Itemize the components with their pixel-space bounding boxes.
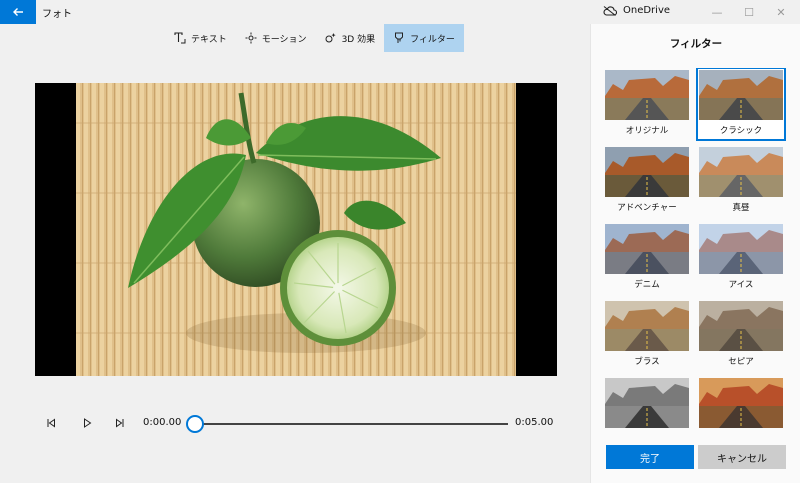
- filter-thumbnail: [699, 70, 783, 120]
- seek-track[interactable]: [195, 423, 508, 425]
- filter-list: オリジナル クラシックアドベンチャー 真昼デニム アイスブラス セピア: [591, 68, 800, 428]
- play-icon: [84, 418, 92, 428]
- tab-3d-effects[interactable]: 3D 効果: [316, 24, 385, 52]
- filter-thumbnail: [605, 147, 689, 197]
- close-button[interactable]: ✕: [766, 2, 796, 22]
- tab-motion[interactable]: モーション: [236, 24, 316, 52]
- filter-thumbnail: [699, 378, 783, 428]
- back-button[interactable]: [0, 0, 36, 24]
- filters-panel: フィルター オリジナル クラシックアドベンチャー 真昼デニム アイスブラス セピア 完了…: [590, 24, 800, 483]
- filter-thumbnail: [699, 224, 783, 274]
- filter-label: ブラス: [634, 357, 660, 367]
- filter-denim[interactable]: デニム: [603, 222, 691, 294]
- filter-thumbnail: [605, 70, 689, 120]
- play-button[interactable]: [79, 415, 95, 431]
- filter-icon: [395, 32, 404, 43]
- step-back-icon: [47, 418, 55, 428]
- preview-photo: [76, 83, 516, 376]
- tab-text[interactable]: テキスト: [165, 24, 236, 52]
- playback-controls: 0:00.00 0:05.00: [0, 400, 590, 446]
- video-preview[interactable]: [35, 83, 557, 376]
- panel-title: フィルター: [669, 38, 723, 50]
- motion-icon: [245, 32, 257, 44]
- filter-label: オリジナル: [625, 126, 669, 136]
- tab-motion-label: モーション: [261, 34, 307, 45]
- done-button[interactable]: 完了: [606, 445, 694, 469]
- tab-text-label: テキスト: [191, 34, 227, 45]
- filter-thumbnail: [605, 301, 689, 351]
- minimize-button[interactable]: —: [702, 2, 732, 22]
- effects-icon: [325, 33, 336, 43]
- maximize-button[interactable]: ☐: [734, 2, 764, 22]
- filter-sepia[interactable]: セピア: [697, 299, 785, 371]
- editor-toolbar: テキスト モーション 3D 効果 フィルター: [165, 24, 464, 52]
- filter-noon[interactable]: 真昼: [697, 145, 785, 217]
- cloud-offline-icon: [603, 5, 617, 16]
- filter-thumbnail: [605, 378, 689, 428]
- filter-original[interactable]: オリジナル: [603, 68, 691, 140]
- filter-thumbnail: [699, 301, 783, 351]
- seek-thumb[interactable]: [186, 415, 204, 433]
- step-forward-icon: [116, 418, 124, 428]
- filter-ice[interactable]: アイス: [697, 222, 785, 294]
- filter-classic[interactable]: クラシック: [696, 68, 786, 141]
- filter-brass[interactable]: ブラス: [603, 299, 691, 371]
- filter-label: クラシック: [719, 126, 763, 136]
- step-back-button[interactable]: [43, 415, 59, 431]
- filter-label: アドベンチャー: [617, 203, 677, 213]
- filter-label: デニム: [634, 280, 660, 290]
- onedrive-label: OneDrive: [623, 5, 671, 16]
- tab-filters-label: フィルター: [410, 34, 455, 45]
- title-bar: フォト OneDrive — ☐ ✕: [0, 0, 800, 24]
- back-arrow-icon: [13, 8, 23, 16]
- filter-label: 真昼: [732, 203, 750, 213]
- filter-bw[interactable]: [603, 376, 691, 428]
- onedrive-status[interactable]: OneDrive: [603, 5, 670, 16]
- tab-3d-effects-label: 3D 効果: [341, 34, 376, 45]
- step-forward-button[interactable]: [112, 415, 128, 431]
- app-title: フォト: [42, 9, 72, 20]
- filter-label: セピア: [728, 357, 754, 367]
- current-time: 0:00.00: [143, 417, 182, 428]
- filter-warm[interactable]: [697, 376, 785, 428]
- filter-adventure[interactable]: アドベンチャー: [603, 145, 691, 217]
- filter-label: アイス: [728, 280, 754, 290]
- cancel-button[interactable]: キャンセル: [698, 445, 786, 469]
- filter-thumbnail: [605, 224, 689, 274]
- text-icon: [174, 32, 186, 44]
- total-time: 0:05.00: [515, 417, 554, 428]
- tab-filters[interactable]: フィルター: [384, 24, 464, 52]
- filter-thumbnail: [699, 147, 783, 197]
